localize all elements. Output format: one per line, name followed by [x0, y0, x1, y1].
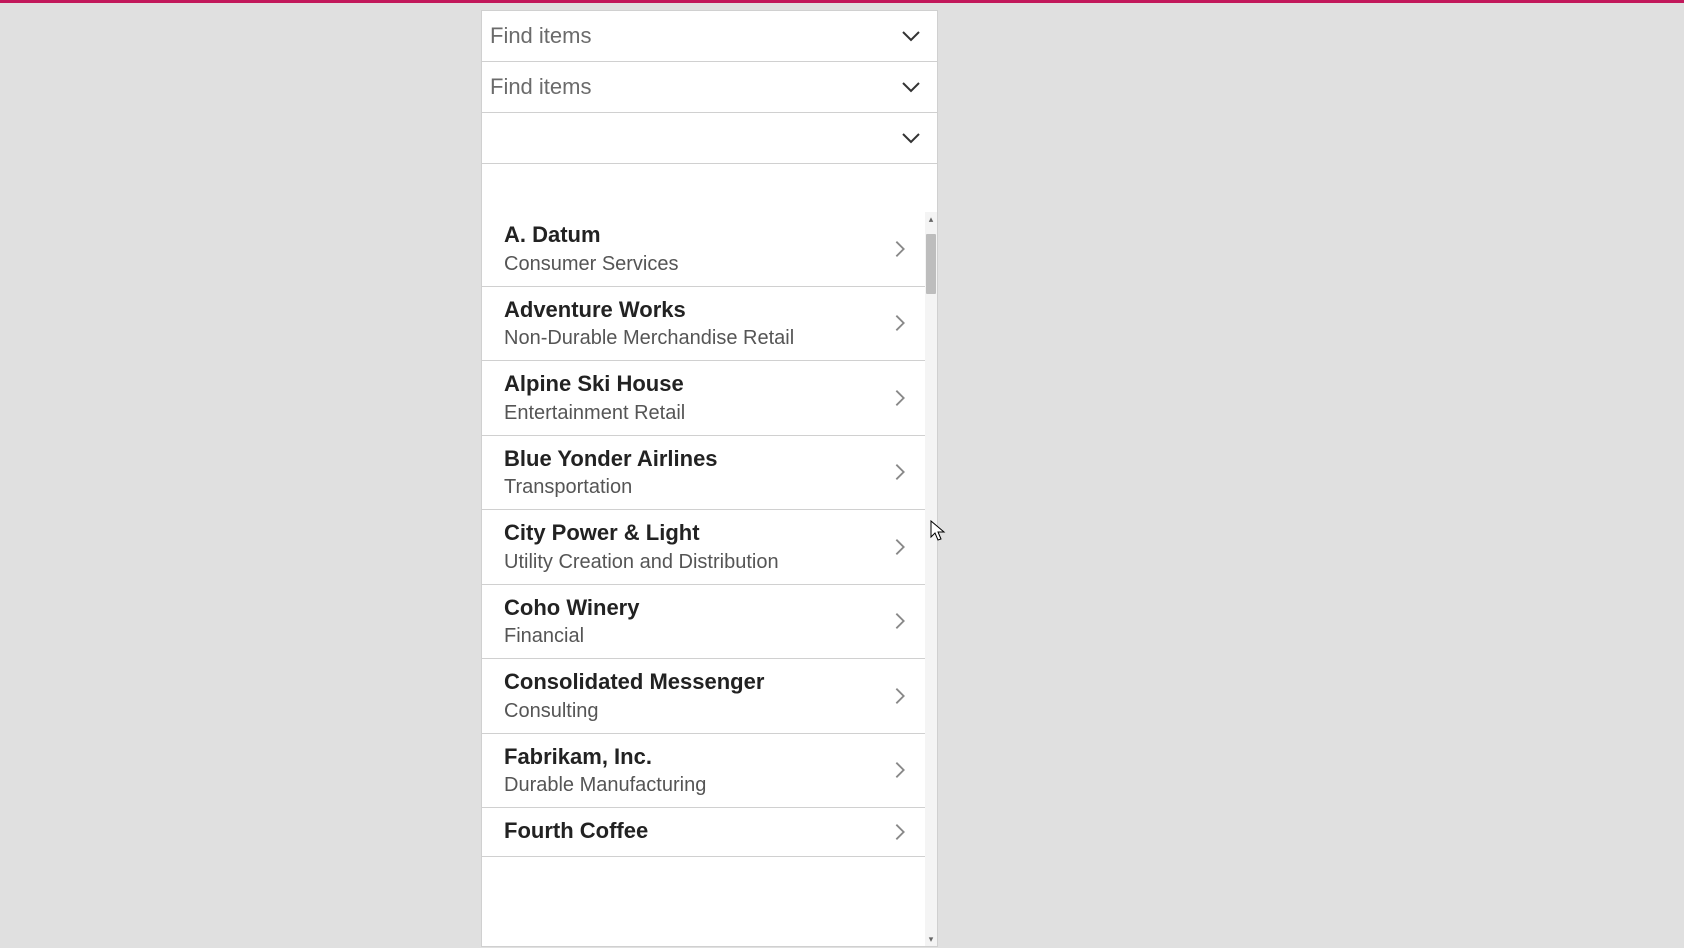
list-item[interactable]: Alpine Ski House Entertainment Retail	[482, 361, 925, 436]
chevron-right-icon	[889, 238, 911, 260]
item-subtitle: Durable Manufacturing	[504, 772, 889, 798]
results-list[interactable]: A. Datum Consumer Services Adventure Wor…	[482, 212, 925, 946]
list-item[interactable]: Consolidated Messenger Consulting	[482, 659, 925, 734]
chevron-right-icon	[889, 821, 911, 843]
item-title: Consolidated Messenger	[504, 668, 889, 696]
chevron-down-icon[interactable]	[899, 75, 923, 99]
search-input-3[interactable]	[490, 125, 899, 151]
item-title: City Power & Light	[504, 519, 889, 547]
chevron-right-icon	[889, 536, 911, 558]
item-title: Coho Winery	[504, 594, 889, 622]
list-item[interactable]: Coho Winery Financial	[482, 585, 925, 660]
top-accent-bar	[0, 0, 1684, 3]
list-item[interactable]: City Power & Light Utility Creation and …	[482, 510, 925, 585]
main-panel: A. Datum Consumer Services Adventure Wor…	[481, 10, 938, 947]
item-subtitle: Transportation	[504, 474, 889, 500]
filter-row-1[interactable]	[482, 11, 937, 62]
item-subtitle: Consulting	[504, 698, 889, 724]
item-title: A. Datum	[504, 221, 889, 249]
search-input-1[interactable]	[490, 23, 899, 49]
item-title: Fourth Coffee	[504, 817, 889, 845]
chevron-down-icon[interactable]	[899, 24, 923, 48]
chevron-right-icon	[889, 461, 911, 483]
list-item[interactable]: Fourth Coffee	[482, 808, 925, 857]
item-subtitle: Financial	[504, 623, 889, 649]
chevron-right-icon	[889, 685, 911, 707]
list-item[interactable]: Blue Yonder Airlines Transportation	[482, 436, 925, 511]
chevron-right-icon	[889, 610, 911, 632]
chevron-down-icon[interactable]	[899, 126, 923, 150]
item-title: Alpine Ski House	[504, 370, 889, 398]
filter-row-2[interactable]	[482, 62, 937, 113]
chevron-right-icon	[889, 312, 911, 334]
chevron-right-icon	[889, 387, 911, 409]
list-item[interactable]: A. Datum Consumer Services	[482, 212, 925, 287]
item-title: Adventure Works	[504, 296, 889, 324]
chevron-right-icon	[889, 759, 911, 781]
scroll-up-arrow-icon[interactable]: ▴	[925, 212, 937, 226]
item-subtitle: Entertainment Retail	[504, 400, 889, 426]
list-item[interactable]: Fabrikam, Inc. Durable Manufacturing	[482, 734, 925, 809]
scrollbar[interactable]: ▴ ▾	[925, 212, 937, 946]
item-title: Blue Yonder Airlines	[504, 445, 889, 473]
scroll-down-arrow-icon[interactable]: ▾	[925, 932, 937, 946]
item-subtitle: Non-Durable Merchandise Retail	[504, 325, 889, 351]
spacer	[482, 164, 937, 212]
item-subtitle: Consumer Services	[504, 251, 889, 277]
list-item[interactable]: Adventure Works Non-Durable Merchandise …	[482, 287, 925, 362]
filter-row-3[interactable]	[482, 113, 937, 164]
scroll-thumb[interactable]	[926, 234, 936, 294]
search-input-2[interactable]	[490, 74, 899, 100]
item-title: Fabrikam, Inc.	[504, 743, 889, 771]
item-subtitle: Utility Creation and Distribution	[504, 549, 889, 575]
filter-section	[482, 11, 937, 164]
list-wrap: A. Datum Consumer Services Adventure Wor…	[482, 212, 937, 946]
